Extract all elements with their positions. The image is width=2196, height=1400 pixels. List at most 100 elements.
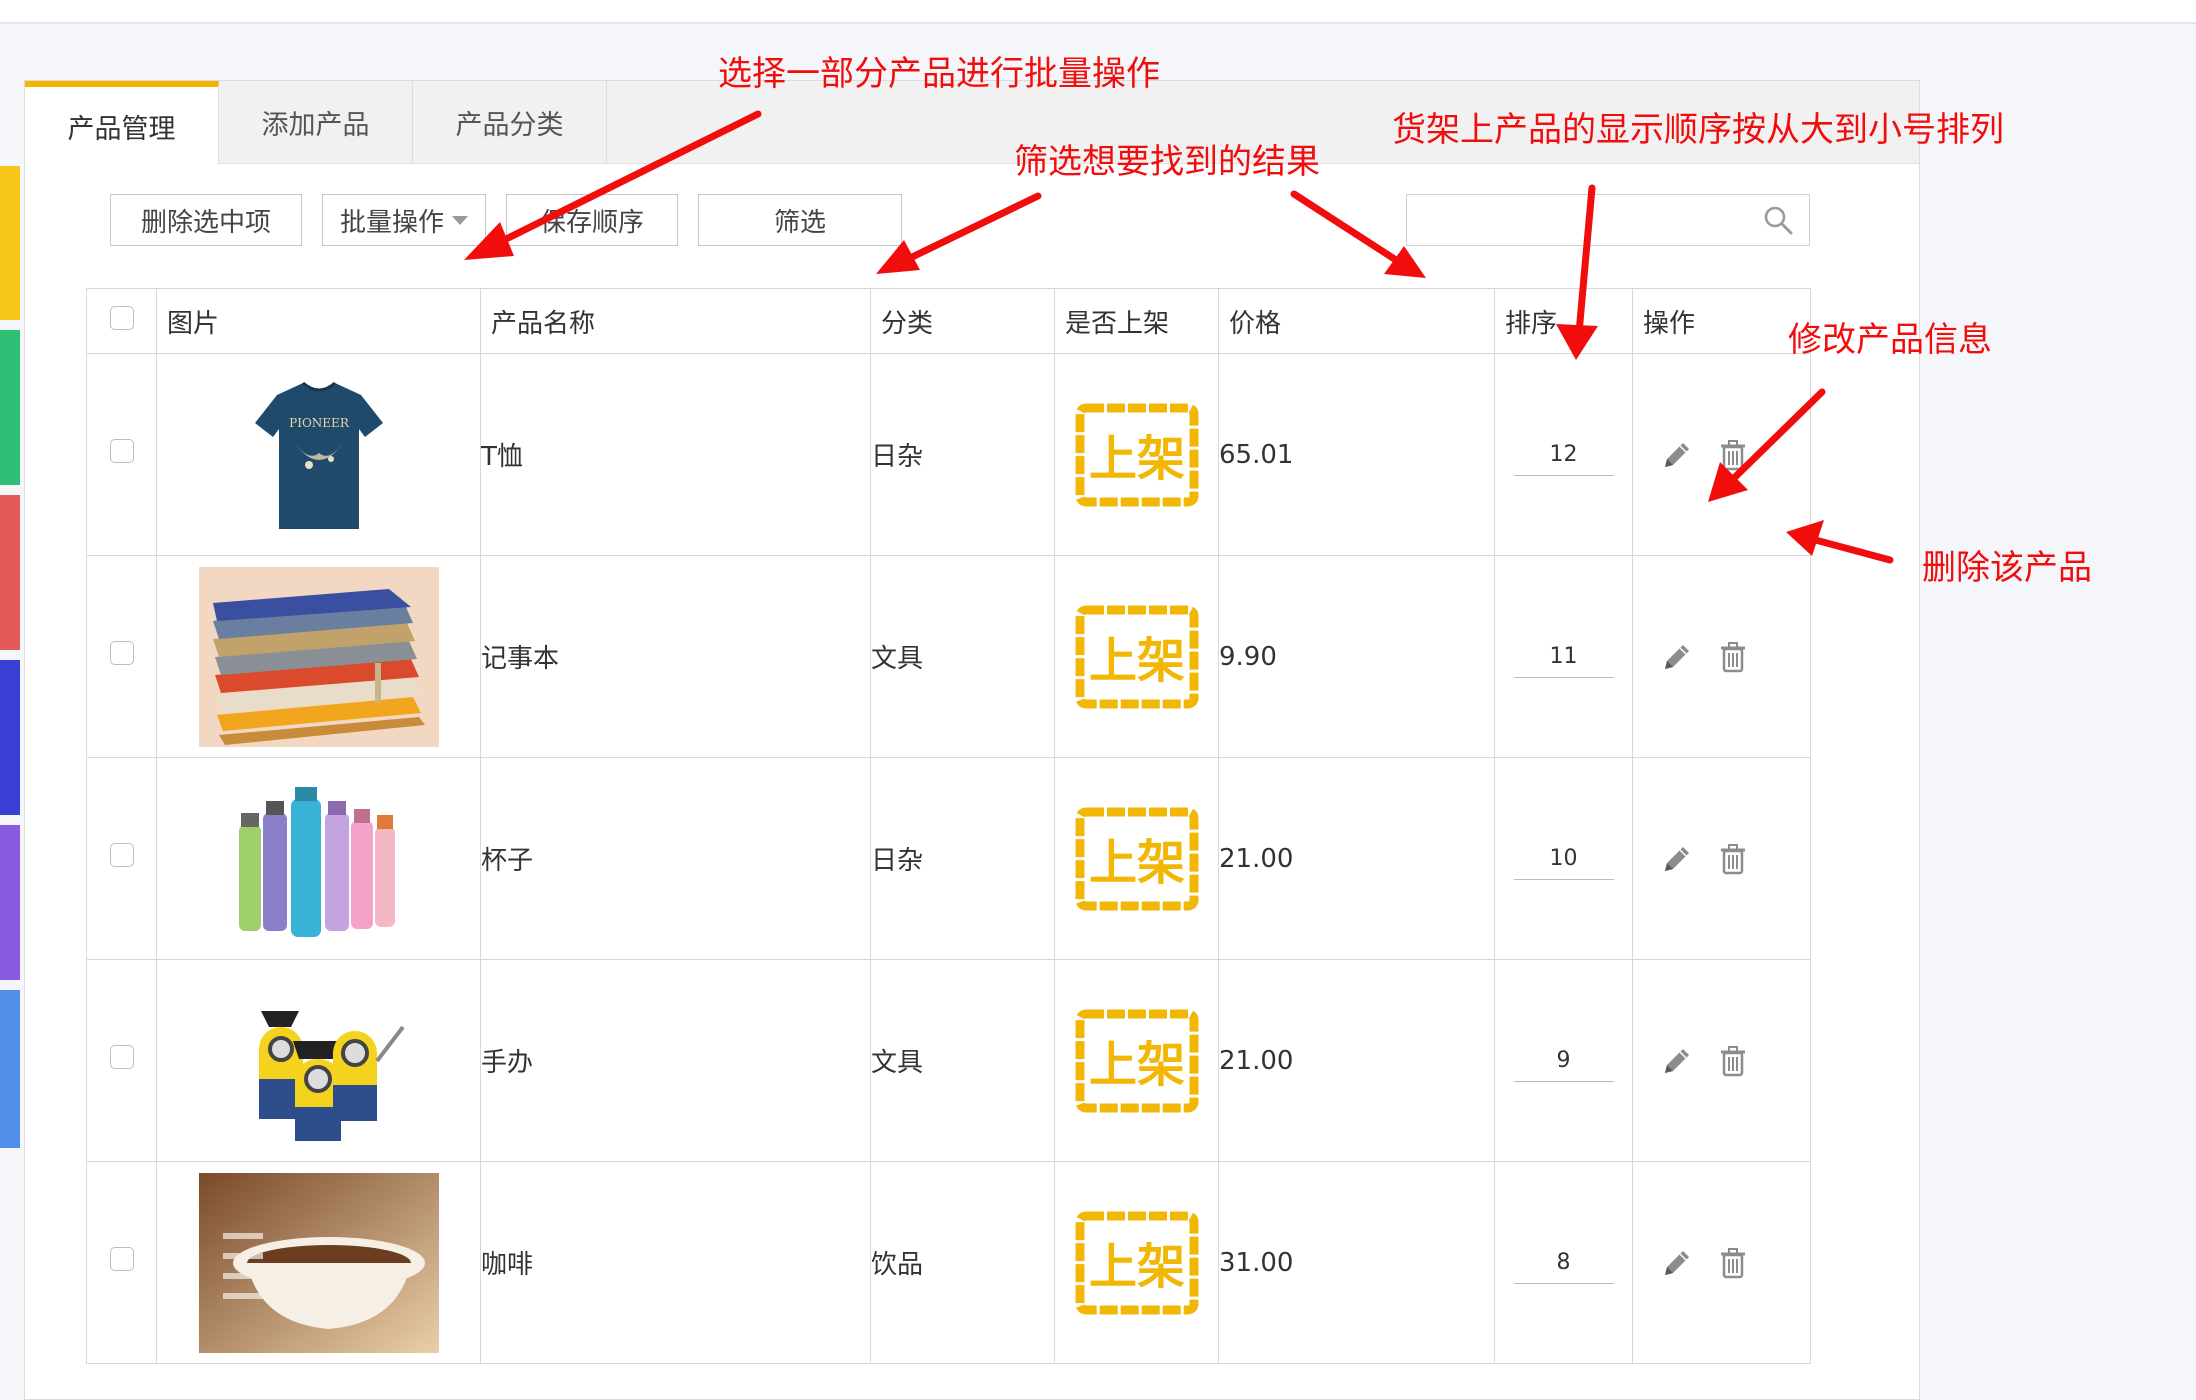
- product-order-cell: [1494, 1161, 1633, 1364]
- filter-button[interactable]: 筛选: [698, 194, 902, 246]
- top-bar: [0, 0, 2196, 24]
- product-category: 饮品: [870, 1161, 1055, 1364]
- row-select-cell: [86, 1161, 157, 1364]
- row-checkbox[interactable]: [109, 641, 134, 665]
- side-color-strip-2[interactable]: [0, 330, 20, 485]
- order-input[interactable]: [1513, 635, 1614, 678]
- trash-icon[interactable]: [1715, 639, 1751, 675]
- product-category: 日杂: [870, 757, 1055, 960]
- product-image-cell: [156, 959, 481, 1162]
- column-header-image: 图片: [156, 288, 481, 354]
- product-image-notebook: [198, 566, 439, 747]
- on-shelf-stamp: 上架: [1075, 807, 1198, 910]
- product-image-coffee: [198, 1172, 439, 1353]
- table-header: 图片 产品名称 分类 是否上架 价格 排序 操作: [86, 288, 1811, 354]
- on-shelf-stamp-text: 上架: [1088, 1037, 1184, 1093]
- delete-selected-button[interactable]: 删除选中项: [110, 194, 302, 246]
- column-header-name: 产品名称: [480, 288, 871, 354]
- product-order-cell: [1494, 959, 1633, 1162]
- product-table: 图片 产品名称 分类 是否上架 价格 排序 操作 PIONEER T恤 日杂 上架 65…: [86, 288, 1811, 1364]
- product-category: 文具: [870, 959, 1055, 1162]
- save-order-button[interactable]: 保存顺序: [506, 194, 678, 246]
- on-shelf-stamp: 上架: [1075, 605, 1198, 708]
- select-all-checkbox[interactable]: [109, 305, 134, 330]
- on-shelf-stamp: 上架: [1075, 1009, 1198, 1112]
- search-input[interactable]: [1406, 194, 1810, 246]
- product-actions-cell: [1632, 555, 1811, 758]
- product-actions-cell: [1632, 757, 1811, 960]
- column-header-price: 价格: [1218, 288, 1495, 354]
- trash-icon[interactable]: [1715, 1245, 1751, 1281]
- product-name: 杯子: [480, 757, 871, 960]
- product-category: 文具: [870, 555, 1055, 758]
- product-order-cell: [1494, 353, 1633, 556]
- table-row: PIONEER T恤 日杂 上架 65.01: [86, 353, 1811, 556]
- side-color-strip-5[interactable]: [0, 825, 20, 980]
- annotation-delete: 删除该产品: [1922, 548, 2092, 588]
- product-actions-cell: [1632, 959, 1811, 1162]
- batch-operation-dropdown[interactable]: 批量操作: [322, 194, 486, 246]
- table-row: 杯子 日杂 上架 21.00: [86, 757, 1811, 960]
- product-image-cell: [156, 757, 481, 960]
- pencil-icon[interactable]: [1659, 639, 1695, 675]
- select-all-cell: [86, 288, 157, 354]
- row-select-cell: [86, 959, 157, 1162]
- product-price: 9.90: [1218, 555, 1495, 758]
- order-input[interactable]: [1513, 837, 1614, 880]
- product-status-cell: 上架: [1054, 1161, 1219, 1364]
- search-icon[interactable]: [1762, 204, 1794, 236]
- product-category: 日杂: [870, 353, 1055, 556]
- product-status-cell: 上架: [1054, 757, 1219, 960]
- order-input[interactable]: [1513, 1241, 1614, 1284]
- row-checkbox[interactable]: [109, 1045, 134, 1069]
- trash-icon[interactable]: [1715, 437, 1751, 473]
- pencil-icon[interactable]: [1659, 1043, 1695, 1079]
- pencil-icon[interactable]: [1659, 1245, 1695, 1281]
- product-actions-cell: [1632, 1161, 1811, 1364]
- column-header-order: 排序: [1494, 288, 1633, 354]
- product-image-cell: [156, 555, 481, 758]
- column-header-category: 分类: [870, 288, 1055, 354]
- product-price: 31.00: [1218, 1161, 1495, 1364]
- annotation-edit: 修改产品信息: [1788, 320, 1992, 360]
- product-name: 咖啡: [480, 1161, 871, 1364]
- table-row: 记事本 文具 上架 9.90: [86, 555, 1811, 758]
- product-name: 记事本: [480, 555, 871, 758]
- tab-add-product[interactable]: 添加产品: [219, 81, 413, 163]
- row-select-cell: [86, 757, 157, 960]
- row-checkbox[interactable]: [109, 1247, 134, 1271]
- column-header-actions: 操作: [1632, 288, 1811, 354]
- order-input[interactable]: [1513, 433, 1614, 476]
- tab-product-category[interactable]: 产品分类: [413, 81, 607, 163]
- annotation-batch: 选择一部分产品进行批量操作: [718, 54, 1160, 94]
- product-price: 21.00: [1218, 757, 1495, 960]
- trash-icon[interactable]: [1715, 1043, 1751, 1079]
- tshirt-print-text: PIONEER: [289, 416, 350, 430]
- product-order-cell: [1494, 555, 1633, 758]
- on-shelf-stamp-text: 上架: [1088, 633, 1184, 689]
- row-checkbox[interactable]: [109, 843, 134, 867]
- product-name: 手办: [480, 959, 871, 1162]
- side-color-strip-1[interactable]: [0, 166, 20, 320]
- product-name: T恤: [480, 353, 871, 556]
- side-color-strip-3[interactable]: [0, 495, 20, 650]
- product-actions-cell: [1632, 353, 1811, 556]
- tab-product-management[interactable]: 产品管理: [25, 81, 219, 165]
- trash-icon[interactable]: [1715, 841, 1751, 877]
- on-shelf-stamp: 上架: [1075, 1211, 1198, 1314]
- on-shelf-stamp-text: 上架: [1088, 835, 1184, 891]
- side-color-strip-4[interactable]: [0, 660, 20, 815]
- product-status-cell: 上架: [1054, 353, 1219, 556]
- side-color-strip-6[interactable]: [0, 990, 20, 1148]
- annotation-order: 货架上产品的显示顺序按从大到小号排列: [1392, 110, 2004, 150]
- order-input[interactable]: [1513, 1039, 1614, 1082]
- row-checkbox[interactable]: [109, 439, 134, 463]
- product-order-cell: [1494, 757, 1633, 960]
- product-price: 21.00: [1218, 959, 1495, 1162]
- table-row: 手办 文具 上架 21.00: [86, 959, 1811, 1162]
- pencil-icon[interactable]: [1659, 841, 1695, 877]
- on-shelf-stamp-text: 上架: [1088, 431, 1184, 487]
- product-image-minions: [198, 970, 439, 1151]
- pencil-icon[interactable]: [1659, 437, 1695, 473]
- chevron-down-icon: [452, 215, 468, 225]
